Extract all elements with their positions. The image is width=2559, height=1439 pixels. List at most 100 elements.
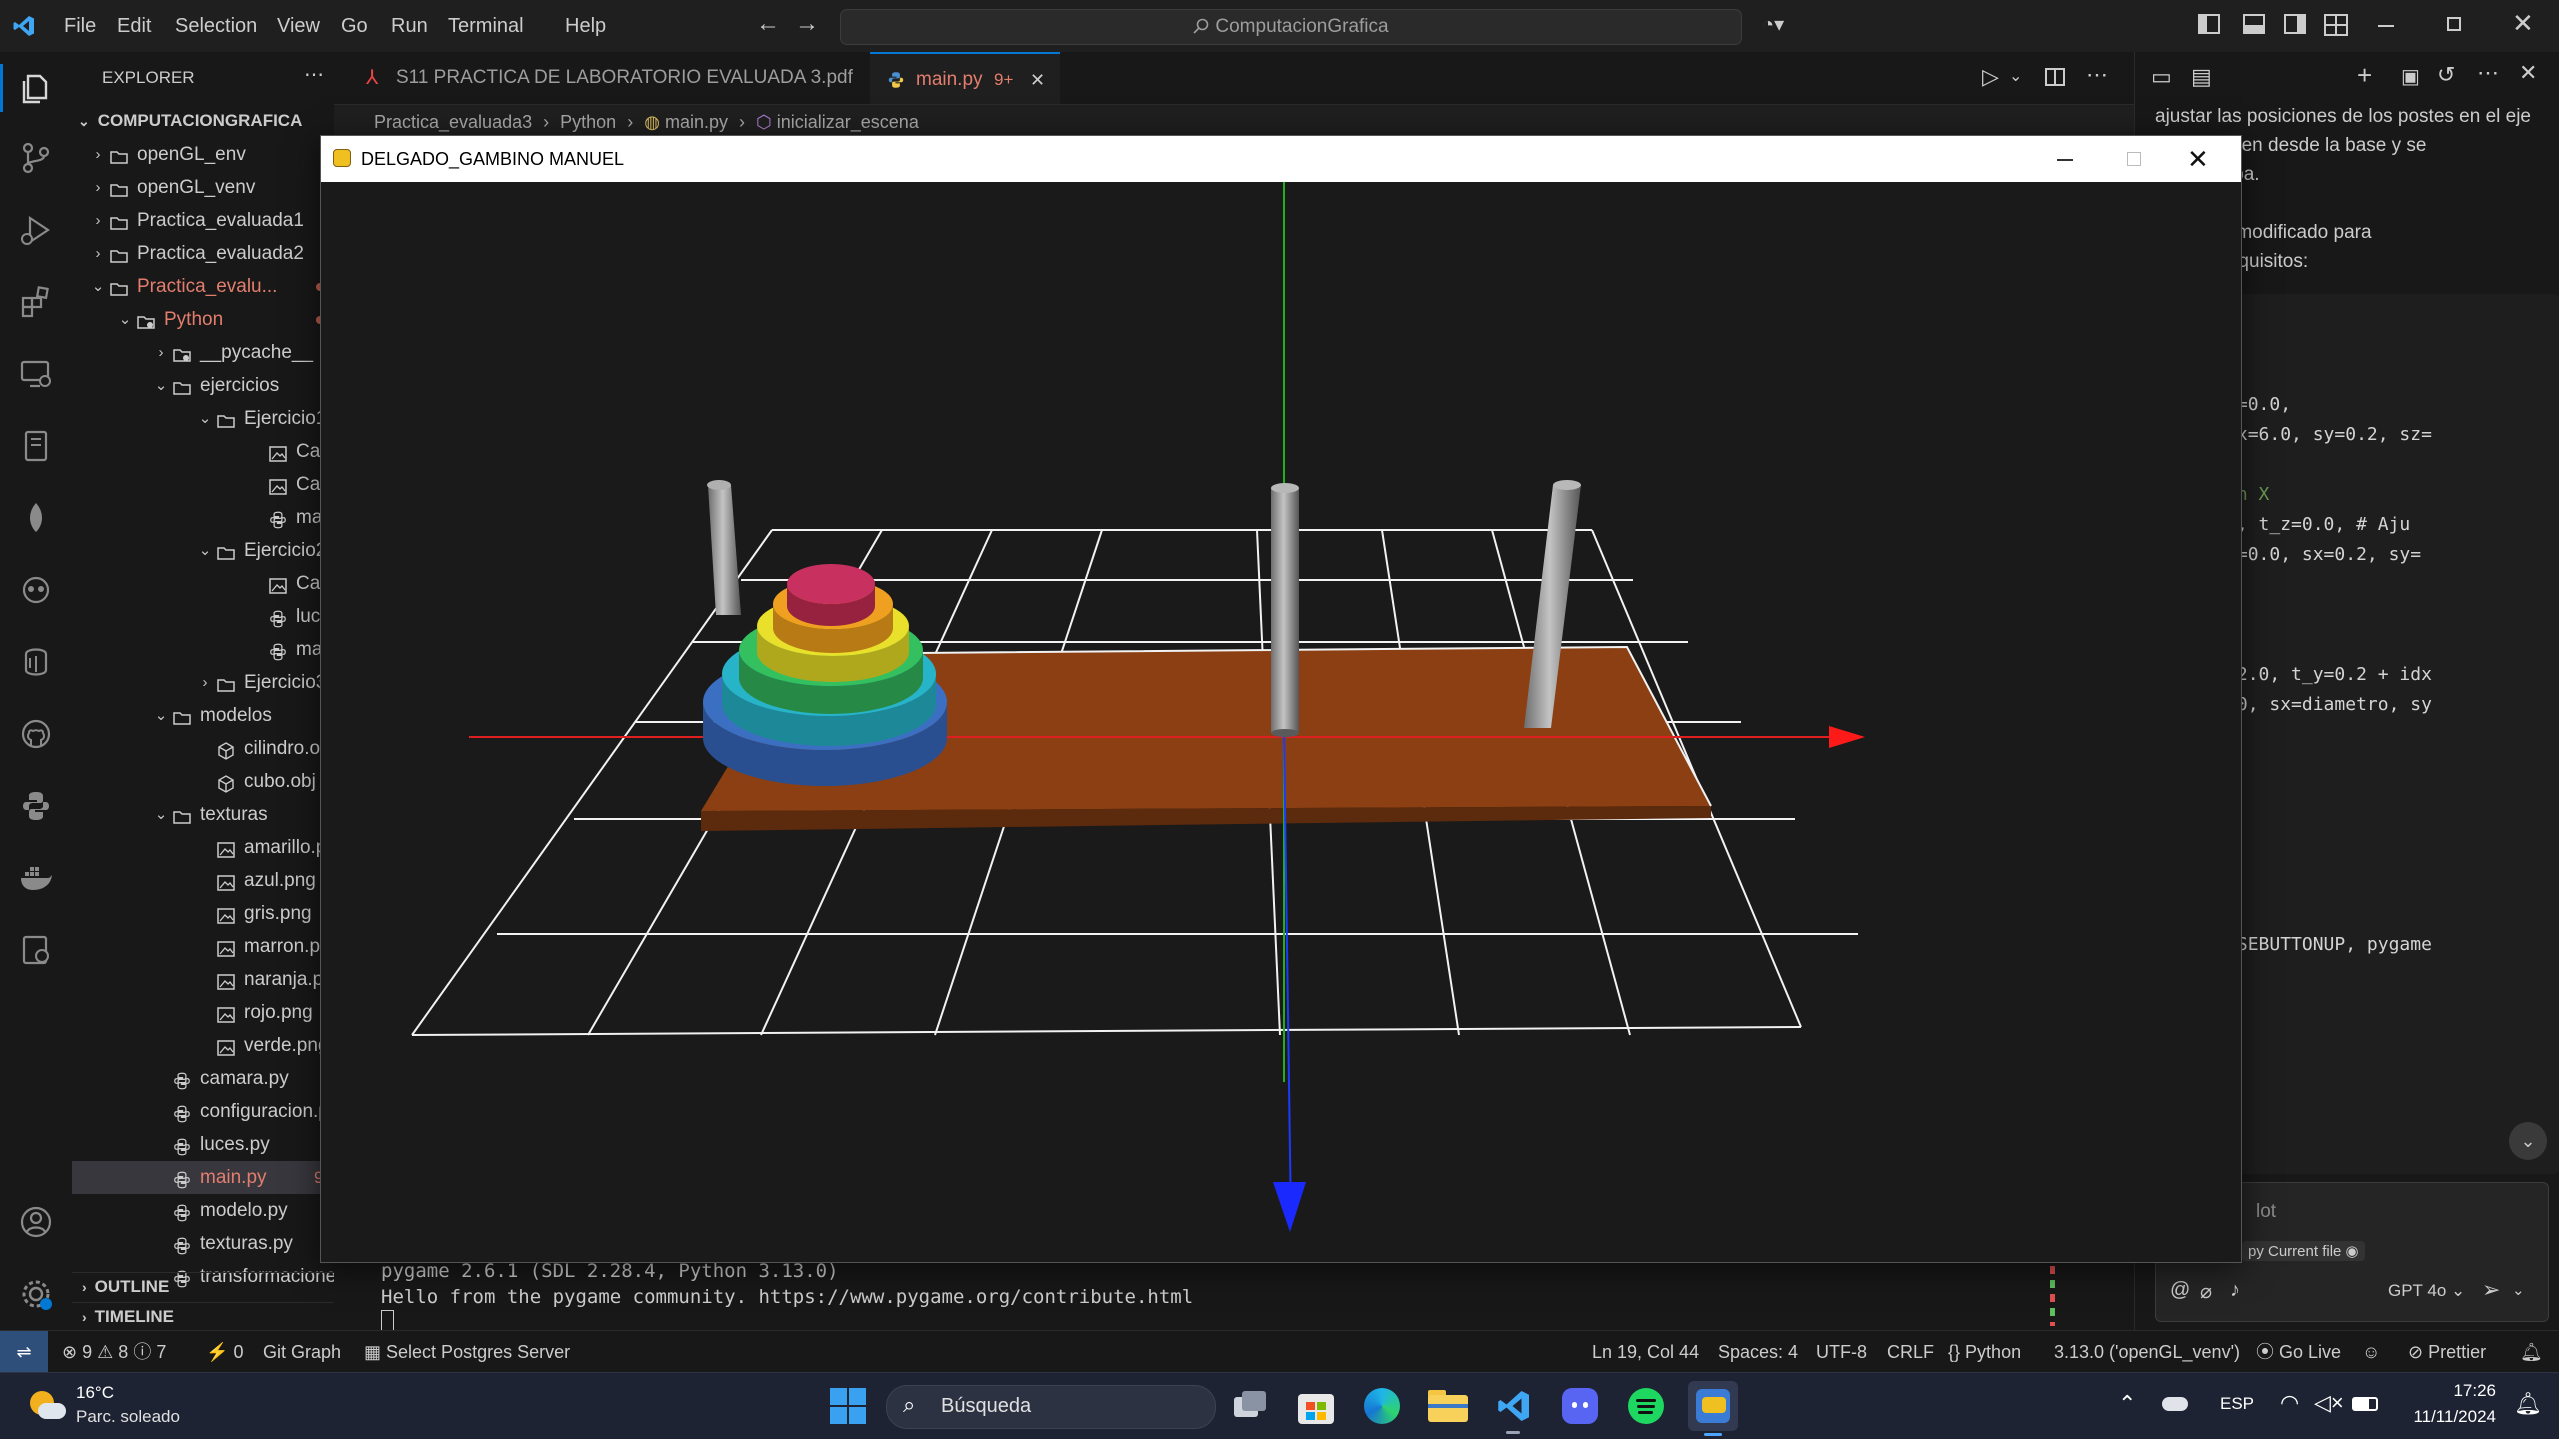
tree-folder[interactable]: ⌄ Python [72, 303, 334, 336]
remote-indicator-icon[interactable]: ⇌ [0, 1331, 48, 1373]
breadcrumb-file[interactable]: main.py [665, 112, 728, 132]
scroll-down-icon[interactable]: ⌄ [2509, 1122, 2547, 1160]
prettier-button[interactable]: ⊘ Prettier [2408, 1331, 2486, 1373]
close-window-icon[interactable]: ✕ [2187, 136, 2209, 182]
indentation[interactable]: Spaces: 4 [1718, 1331, 1798, 1373]
extensions-icon[interactable] [18, 284, 54, 320]
account-icon[interactable] [18, 1204, 54, 1240]
tab-pdf[interactable]: ⅄ S11 PRACTICA DE LABORATORIO EVALUADA 3… [334, 52, 871, 104]
spotify-icon[interactable] [1628, 1388, 1664, 1424]
back-arrow-icon[interactable]: ← [756, 10, 780, 38]
close-window-icon[interactable]: ✕ [2512, 8, 2534, 39]
notifications-bell-icon[interactable]: 🔔︎ [2520, 1331, 2543, 1373]
encoding[interactable]: UTF-8 [1816, 1331, 1867, 1373]
microphone-icon[interactable]: ♪ [2230, 1279, 2240, 1302]
maximize-window-icon[interactable] [2447, 17, 2461, 31]
manage-gear-icon[interactable] [18, 1276, 54, 1312]
input-language[interactable]: ESP [2220, 1394, 2254, 1414]
clock-date[interactable]: 11/11/2024 [2390, 1407, 2496, 1427]
weather-icon[interactable] [26, 1387, 66, 1427]
minimize-window-icon[interactable] [2378, 25, 2394, 27]
vscode-taskbar-icon[interactable] [1496, 1388, 1532, 1424]
go-live-button[interactable]: ⦿ Go Live [2256, 1331, 2341, 1373]
timeline-section[interactable]: › TIMELINE [72, 1302, 334, 1330]
breadcrumb-folder[interactable]: Practica_evaluada3 [374, 112, 532, 132]
language-mode[interactable]: {} Python [1948, 1331, 2021, 1373]
line-ending[interactable]: CRLF [1887, 1331, 1934, 1373]
git-graph-button[interactable]: Git Graph [263, 1331, 341, 1373]
chat-more-icon[interactable]: ⋯ [2477, 60, 2499, 86]
tree-file[interactable]: camara.py [72, 1062, 334, 1095]
breadcrumb-subfolder[interactable]: Python [560, 112, 616, 132]
remote-explorer-icon[interactable] [18, 356, 54, 392]
tree-folder[interactable]: › __pycache__ [72, 336, 334, 369]
tree-file[interactable]: main.py [72, 633, 334, 666]
tree-folder[interactable]: ⌄ Ejercicio1 [72, 402, 334, 435]
close-tab-icon[interactable]: ✕ [1030, 54, 1045, 106]
windows-start-icon[interactable] [830, 1388, 866, 1424]
menu-selection[interactable]: Selection [175, 0, 257, 52]
outline-section[interactable]: › OUTLINE [72, 1272, 334, 1301]
menu-file[interactable]: File [64, 0, 96, 52]
tree-folder[interactable]: ⌄ ejercicios [72, 369, 334, 402]
run-dropdown-icon[interactable]: ⌄ [2009, 66, 2022, 86]
attached-context-chip[interactable]: py Current file ◉ [2242, 1241, 2365, 1261]
battery-icon[interactable] [2352, 1397, 2378, 1411]
tree-file[interactable]: marron.png [72, 930, 334, 963]
toggle-sidebar-icon[interactable] [2198, 14, 2220, 34]
forward-arrow-icon[interactable]: → [795, 10, 819, 38]
tree-file[interactable]: cubo.obj [72, 765, 334, 798]
tree-file[interactable]: Captura de pa [72, 435, 334, 468]
close-panel-icon[interactable]: ✕ [2519, 60, 2537, 86]
pygame-window[interactable]: DELGADO_GAMBINO MANUEL ✕ [320, 135, 2242, 1263]
tree-file[interactable]: azul.png [72, 864, 334, 897]
tree-file[interactable]: configuracion.py [72, 1095, 334, 1128]
copilot-status-icon[interactable]: ☺ [2362, 1331, 2380, 1373]
tree-folder[interactable]: › Ejercicio3 [72, 666, 334, 699]
tree-file[interactable]: main.py9+ [72, 1161, 334, 1194]
tree-folder[interactable]: ⌄ texturas [72, 798, 334, 831]
tree-file[interactable]: luces.py [72, 600, 334, 633]
task-view-icon[interactable] [1234, 1389, 1268, 1421]
attach-icon[interactable]: ⌀ [2200, 1279, 2212, 1304]
split-editor-icon[interactable] [2045, 68, 2065, 86]
edits-panel-icon[interactable]: ▤ [2191, 64, 2212, 90]
send-icon[interactable]: ➢ [2482, 1277, 2500, 1303]
editor-more-icon[interactable]: ⋯ [2086, 62, 2108, 88]
menu-edit[interactable]: Edit [117, 0, 151, 52]
source-control-icon[interactable] [18, 140, 54, 176]
taskbar-search[interactable]: ⌕ Búsqueda [886, 1385, 1216, 1429]
file-explorer-icon[interactable] [1428, 1390, 1468, 1422]
menu-go[interactable]: Go [341, 0, 368, 52]
customize-layout-icon[interactable] [2324, 14, 2348, 36]
run-file-icon[interactable]: ▷ [1982, 64, 1999, 90]
database-elephant-icon[interactable] [18, 644, 54, 680]
tree-folder[interactable]: › Practica_evaluada2 [72, 237, 334, 270]
tree-file[interactable]: verde.png [72, 1029, 334, 1062]
python-icon[interactable] [18, 788, 54, 824]
model-picker[interactable]: GPT 4o ⌄ [2388, 1281, 2465, 1301]
volume-muted-icon[interactable]: ◁× [2314, 1390, 2344, 1416]
breadcrumb-symbol[interactable]: inicializar_escena [777, 112, 919, 132]
problems-indicator[interactable]: ⊗ 9 ⚠ 8 ⓘ 7 [62, 1331, 166, 1373]
tree-file[interactable]: rojo.png [72, 996, 334, 1029]
tab-main-py[interactable]: main.py 9+ ✕ [870, 52, 1060, 104]
tree-file[interactable]: amarillo.png [72, 831, 334, 864]
cursor-position[interactable]: Ln 19, Col 44 [1592, 1331, 1699, 1373]
ports-indicator[interactable]: ⚡ 0 [206, 1331, 243, 1373]
microsoft-store-icon[interactable] [1298, 1388, 1334, 1424]
tree-folder[interactable]: ⌄ modelos [72, 699, 334, 732]
tree-file[interactable]: main.py [72, 501, 334, 534]
maximize-window-icon[interactable] [2127, 152, 2141, 166]
edge-browser-icon[interactable] [1364, 1388, 1400, 1424]
tree-file[interactable]: modelo.py [72, 1194, 334, 1227]
pygame-taskbar-button[interactable] [1688, 1381, 1738, 1436]
command-center-search[interactable]: ComputacionGrafica [840, 9, 1742, 45]
new-chat-window-icon[interactable]: ▣ [2401, 64, 2420, 89]
tree-folder[interactable]: ⌄ Practica_evalu... [72, 270, 334, 303]
discord-icon[interactable] [1562, 1388, 1598, 1424]
more-actions-icon[interactable]: ⋯ [304, 62, 324, 87]
tray-overflow-icon[interactable]: ⌃ [2118, 1391, 2136, 1417]
docker-icon[interactable] [18, 860, 54, 896]
tree-file[interactable]: Captura de pa [72, 567, 334, 600]
